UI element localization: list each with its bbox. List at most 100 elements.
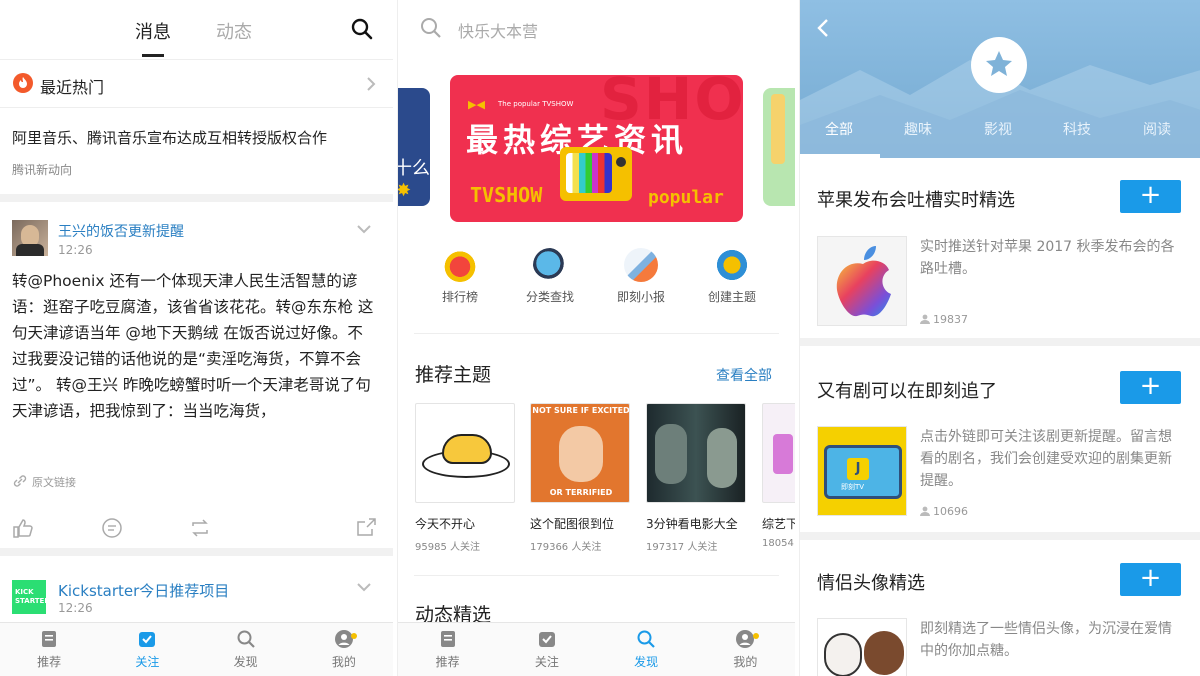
topic-card[interactable]: 综艺下 18054 xyxy=(762,403,795,549)
card-title: 今天不开心 xyxy=(415,517,476,531)
nav-label: 关注 xyxy=(534,655,559,669)
back-arrow-icon[interactable] xyxy=(816,18,830,38)
meme-image: NOT SURE IF EXCITED OR TERRIFIED xyxy=(530,403,630,503)
nav-follow[interactable]: 关注 xyxy=(497,623,596,676)
tab-messages[interactable]: 消息 xyxy=(135,18,171,44)
meme-bottom-text: OR TERRIFIED xyxy=(549,488,613,497)
bottom-nav: 推荐 关注 发现 我的 xyxy=(0,622,393,676)
avatar[interactable] xyxy=(12,220,48,256)
nav-discover[interactable]: 发现 xyxy=(197,623,295,676)
add-button[interactable]: + xyxy=(1120,371,1181,404)
section-desc: 即刻精选了一些情侣头像，为沉浸在爱情中的你加点糖。 xyxy=(920,621,1172,659)
nav-follow[interactable]: 关注 xyxy=(98,623,196,676)
hot-topics-label: 最近热门 xyxy=(40,78,105,97)
bottom-nav: 推荐 关注 发现 我的 xyxy=(398,622,795,676)
nav-me[interactable]: 我的 xyxy=(696,623,795,676)
header-hero: 全部 趣味 影视 科技 阅读 xyxy=(800,0,1200,158)
feed-post: 王兴的饭否更新提醒 12:26 转@Phoenix 还有一个体现天津人民生活智慧… xyxy=(0,202,393,546)
category-tab[interactable]: 影视 xyxy=(984,119,1012,139)
topic-card[interactable]: NOT SURE IF EXCITED OR TERRIFIED 这个配图很到位… xyxy=(530,403,630,553)
topic-card[interactable]: 今天不开心 95985 人关注 xyxy=(415,403,515,553)
nav-discover[interactable]: 发现 xyxy=(597,623,696,676)
variety-image xyxy=(762,403,795,503)
quick-label: 分类查找 xyxy=(525,290,574,304)
quick-daily[interactable]: 即刻小报 xyxy=(601,248,681,305)
section-desc: 点击外链即可关注该剧更新提醒。留言想看的剧名，我们会创建受欢迎的剧集更新提醒。 xyxy=(920,429,1172,489)
view-all-link[interactable]: 查看全部 xyxy=(716,365,772,385)
banner-tv-text: TVSHOW xyxy=(470,183,543,207)
topic-section: 又有剧可以在即刻追了 + J 即刻TV 点击外链即可关注该剧更新提醒。留言想看的… xyxy=(800,346,1200,540)
add-button[interactable]: + xyxy=(1120,180,1181,213)
quick-category[interactable]: 分类查找 xyxy=(510,248,590,305)
quick-ranking[interactable]: 排行榜 xyxy=(420,248,500,305)
notification-dot xyxy=(753,633,759,639)
tv-thumbnail[interactable]: J 即刻TV xyxy=(817,426,907,516)
category-tab[interactable]: 全部 xyxy=(825,119,853,139)
quick-create[interactable]: 创建主题 xyxy=(692,248,772,305)
category-tab[interactable]: 趣味 xyxy=(904,119,932,139)
category-tab[interactable]: 阅读 xyxy=(1143,119,1171,139)
news-source: 腾讯新动向 xyxy=(12,163,73,177)
nav-me[interactable]: 我的 xyxy=(295,623,393,676)
repost-icon[interactable] xyxy=(189,518,211,538)
section-title[interactable]: 苹果发布会吐槽实时精选 xyxy=(817,186,1015,212)
bowtie-icon: ▶◀ xyxy=(468,98,485,111)
nav-recommend[interactable]: 推荐 xyxy=(0,623,98,676)
meme-top-text: NOT SURE IF EXCITED xyxy=(532,406,630,415)
card-followers: 179366 人关注 xyxy=(530,542,602,553)
news-item[interactable]: 阿里音乐、腾讯音乐宣布达成互相转授版权合作 腾讯新动向 xyxy=(0,108,393,192)
category-tab[interactable]: 科技 xyxy=(1063,119,1091,139)
kickstarter-avatar[interactable]: KICK STARTER xyxy=(12,580,50,614)
divider xyxy=(414,333,779,334)
banner-prev[interactable]: 十么 ✸ xyxy=(397,88,430,206)
nav-recommend[interactable]: 推荐 xyxy=(398,623,497,676)
section-title[interactable]: 情侣头像精选 xyxy=(817,569,925,595)
apple-thumbnail[interactable] xyxy=(817,236,907,326)
chevron-right-icon xyxy=(367,77,376,91)
newspaper-icon xyxy=(624,248,658,282)
card-followers: 95985 人关注 xyxy=(415,542,480,553)
star-icon xyxy=(986,51,1012,76)
banner-main[interactable]: SHO ▶◀ The popular TVSHOW 最热综艺资讯 TVSHOW … xyxy=(450,75,743,222)
search-input[interactable]: 快乐大本营 xyxy=(458,18,538,42)
magnifier-icon xyxy=(533,248,567,282)
follower-count: 19837 xyxy=(933,313,968,326)
banner-next[interactable] xyxy=(763,88,795,206)
share-icon[interactable] xyxy=(355,518,377,538)
link-icon xyxy=(13,475,27,487)
quick-label: 排行榜 xyxy=(441,290,478,304)
topic-card[interactable]: 3分钟看电影大全 197317 人关注 xyxy=(646,403,746,553)
post-author[interactable]: 王兴的饭否更新提醒 xyxy=(58,221,184,241)
section-title[interactable]: 又有剧可以在即刻追了 xyxy=(817,377,997,403)
card-title: 这个配图很到位 xyxy=(530,517,615,531)
create-icon xyxy=(715,248,749,282)
messages-panel: 消息 动态 最近热门 阿里音乐、腾讯音乐宣布达成互相转授版权合作 腾讯新动向 王… xyxy=(0,0,393,676)
divider xyxy=(0,194,393,202)
egg-image xyxy=(415,403,515,503)
banner-side-text: 十么 xyxy=(397,158,430,179)
quick-label: 即刻小报 xyxy=(616,290,665,304)
original-link[interactable]: 原文链接 xyxy=(32,474,76,490)
user-icon xyxy=(736,630,755,648)
card-followers: 197317 人关注 xyxy=(646,542,718,553)
nav-label: 推荐 xyxy=(37,655,62,669)
post-author[interactable]: Kickstarter今日推荐项目 xyxy=(58,580,229,601)
nav-label: 发现 xyxy=(634,655,659,669)
comment-icon[interactable] xyxy=(101,518,123,538)
search-icon[interactable] xyxy=(350,17,374,41)
quick-label: 创建主题 xyxy=(707,290,756,304)
chevron-down-icon[interactable] xyxy=(357,224,371,234)
news-title: 阿里音乐、腾讯音乐宣布达成互相转授版权合作 xyxy=(12,129,328,147)
search-icon xyxy=(237,630,255,648)
add-button[interactable]: + xyxy=(1120,563,1181,596)
featured-panel: 全部 趣味 影视 科技 阅读 苹果发布会吐槽实时精选 + 实时推送针对苹果 20… xyxy=(799,0,1200,676)
document-icon xyxy=(440,631,455,647)
couple-thumbnail[interactable] xyxy=(817,618,907,676)
topic-section: 苹果发布会吐槽实时精选 + 实时推送针对苹果 2017 秋季发布会的各路吐槽。 … xyxy=(800,158,1200,346)
hot-topics-row[interactable]: 最近热门 xyxy=(0,60,393,108)
tab-feed[interactable]: 动态 xyxy=(216,18,252,44)
like-icon[interactable] xyxy=(12,518,34,538)
trophy-icon xyxy=(443,248,477,282)
movie-image xyxy=(646,403,746,503)
chevron-down-icon[interactable] xyxy=(357,582,371,592)
